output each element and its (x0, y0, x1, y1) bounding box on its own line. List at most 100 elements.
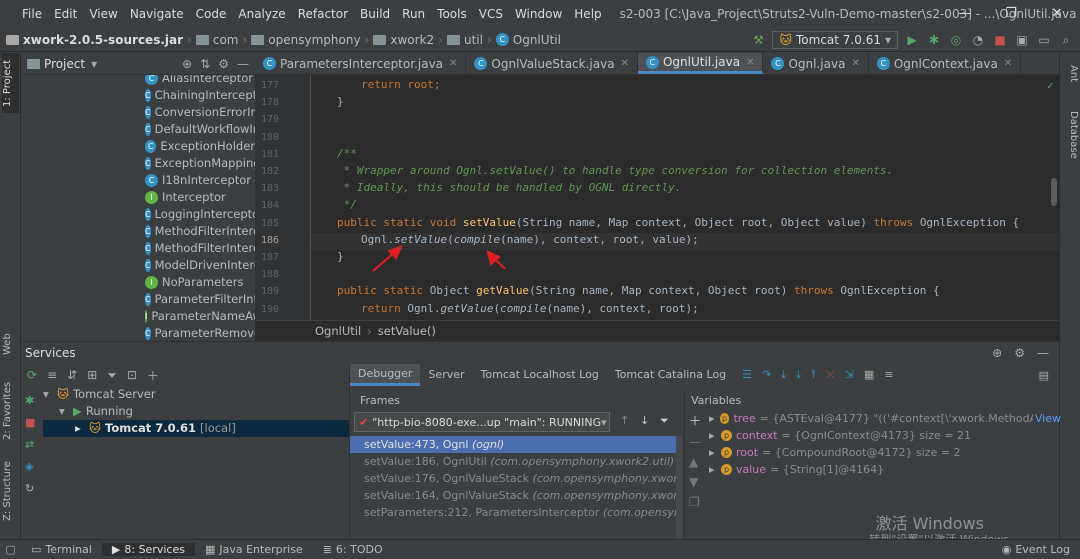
gear-icon[interactable]: ⚙ (1014, 346, 1025, 360)
services-tool-button[interactable]: ▶ 8: Services (101, 543, 195, 556)
project-tree-item[interactable]: IParameterNameAware (21, 308, 255, 325)
stop-icon[interactable]: ■ (992, 32, 1008, 48)
coverage-icon[interactable]: ◎ (948, 32, 964, 48)
chevron-right-icon[interactable]: ▸ (709, 461, 721, 478)
project-tree-item[interactable]: C I18nInterceptor (21, 172, 255, 189)
maximize-button[interactable]: ❐ (988, 0, 1034, 28)
terminal-tool-button[interactable]: ▭ Terminal (21, 543, 102, 556)
variable-row[interactable]: ▸ p value = {String[1]@4164} (685, 461, 1061, 478)
crumb-ognlutil[interactable]: OgnlUtil (513, 33, 561, 47)
chevron-right-icon[interactable]: ▸ (709, 427, 721, 444)
variable-row[interactable]: ▸ p tree = {ASTEval@4177} "(('#context[\'xw… (685, 410, 1061, 427)
chevron-down-icon[interactable]: ▾ (59, 403, 73, 420)
project-tree-item[interactable]: I Interceptor (21, 189, 255, 206)
stack-frame[interactable]: setValue:473, Ognl (ognl) (350, 436, 676, 453)
menu-run[interactable]: Run (396, 7, 431, 21)
run-configuration-select[interactable]: 🐱 Tomcat 7.0.61 ▾ (772, 31, 898, 49)
project-tree-item[interactable]: C LoggingInterceptor (21, 206, 255, 223)
project-view-select[interactable]: Project (44, 57, 85, 71)
layout-icon[interactable]: ▤ (1039, 369, 1059, 382)
menu-code[interactable]: Code (190, 7, 233, 21)
menu-view[interactable]: View (83, 7, 123, 21)
crumb-xwork2[interactable]: xwork2 (390, 33, 434, 47)
show-execution-point-icon[interactable]: ☰ (742, 368, 752, 382)
tree-row-tomcat-instance[interactable]: ▸ 🐱 Tomcat 7.0.61 [local] (43, 420, 349, 437)
run-to-cursor-icon[interactable]: ⇲ (845, 368, 854, 382)
close-icon[interactable]: ✕ (621, 58, 629, 69)
tree-row-tomcat-server[interactable]: ▾ 🐱 Tomcat Server (43, 386, 349, 403)
step-out-icon[interactable]: ⤒ (811, 368, 816, 382)
project-tree-item[interactable]: I NoParameters (21, 274, 255, 291)
menu-edit[interactable]: Edit (48, 7, 83, 21)
breadcrumb-method[interactable]: setValue() (378, 324, 436, 338)
tab-catalina-log[interactable]: Tomcat Catalina Log (607, 364, 734, 386)
crumb-com[interactable]: com (213, 33, 239, 47)
menu-window[interactable]: Window (509, 7, 568, 21)
web-tool-tab[interactable]: Web (2, 328, 19, 360)
project-tree-item[interactable]: CDefaultWorkflowInterceptor (21, 121, 255, 138)
code-editor[interactable]: 177 178 179 180 181 182 183 184 185 186 187 188 189 1… (255, 75, 1059, 320)
project-tree-item[interactable]: CChainingInterceptor (21, 87, 255, 104)
stack-frame[interactable]: setParameters:212, ParametersInterceptor… (350, 504, 676, 521)
terminal-icon[interactable]: ▭ (1036, 32, 1052, 48)
crumb-util[interactable]: util (464, 33, 483, 47)
menu-file[interactable]: File (16, 7, 48, 21)
expand-all-icon[interactable]: ≡ (47, 368, 57, 382)
refresh-icon[interactable]: ↻ (25, 482, 34, 495)
profile-icon[interactable]: ◔ (970, 32, 986, 48)
tab-localhost-log[interactable]: Tomcat Localhost Log (473, 364, 607, 386)
editor-tab[interactable]: C Ognl.java ✕ (763, 53, 869, 74)
run-icon[interactable]: ▶ (904, 32, 920, 48)
hide-icon[interactable]: — (1037, 346, 1049, 360)
tree-row-running[interactable]: ▾ ▶ Running (43, 403, 349, 420)
chevron-down-icon[interactable]: ▾ (43, 386, 57, 403)
project-tree-item[interactable]: CExceptionMappingInterceptor (21, 155, 255, 172)
group-icon[interactable]: ⊞ (87, 368, 97, 382)
add-icon[interactable]: ＋ (147, 367, 159, 384)
menu-tools[interactable]: Tools (431, 7, 473, 21)
view-link[interactable]: View (1035, 410, 1061, 427)
close-icon[interactable]: ✕ (851, 58, 859, 69)
close-icon[interactable]: ✕ (746, 57, 754, 68)
variable-row[interactable]: ▸ p context = {OgnlContext@4173} size = 21 (685, 427, 1061, 444)
project-tree-item[interactable]: CConversionErrorInterceptor (21, 104, 255, 121)
breadcrumb-class[interactable]: OgnlUtil (315, 324, 361, 338)
event-log-tool-button[interactable]: ◉ Event Log (992, 543, 1080, 556)
copy-icon[interactable]: ❐ (689, 495, 701, 509)
artifact-icon[interactable]: ◈ (25, 460, 33, 473)
project-tree-item[interactable]: C ExceptionHolder (21, 138, 255, 155)
variable-row[interactable]: ▸ p root = {CompoundRoot@4172} size = 2 (685, 444, 1061, 461)
deploy-icon[interactable]: ⇄ (25, 438, 34, 451)
arrow-down-icon[interactable]: ↓ (640, 414, 649, 427)
stop-icon[interactable]: ■ (25, 416, 35, 429)
new-tab-icon[interactable]: ⊡ (127, 368, 137, 382)
stack-frame[interactable]: setValue:186, OgnlUtil (com.opensymphony… (350, 453, 676, 470)
stack-frame[interactable]: setValue:164, OgnlValueStack (com.opensy… (350, 487, 676, 504)
step-over-icon[interactable]: ↷ (762, 368, 771, 382)
more-icon[interactable]: ≡ (884, 368, 893, 382)
drop-frame-icon[interactable]: ⤫ (826, 368, 835, 382)
editor-tab[interactable]: C OgnlContext.java ✕ (869, 53, 1022, 74)
editor-tab[interactable]: C OgnlValueStack.java ✕ (466, 53, 638, 74)
locate-icon[interactable]: ⊕ (182, 57, 192, 71)
editor-tab[interactable]: C ParametersInterceptor.java ✕ (255, 53, 467, 74)
chevron-down-icon[interactable]: ▾ (91, 57, 97, 71)
search-icon[interactable]: ⌕ (1058, 32, 1074, 48)
menu-navigate[interactable]: Navigate (124, 7, 190, 21)
chevron-right-icon[interactable]: ▸ (75, 420, 89, 437)
menu-vcs[interactable]: VCS (473, 7, 509, 21)
chevron-right-icon[interactable]: ▸ (709, 410, 720, 427)
filter-icon[interactable]: ⏷ (660, 414, 669, 428)
editor-scrollbar[interactable] (1051, 178, 1057, 206)
editor-tab[interactable]: C OgnlUtil.java ✕ (637, 53, 764, 74)
structure-tool-tab[interactable]: Z: Structure (2, 458, 19, 524)
minimize-button[interactable]: — (942, 0, 988, 28)
filter-icon[interactable]: ⏷ (107, 368, 117, 383)
menu-analyze[interactable]: Analyze (232, 7, 291, 21)
close-icon[interactable]: ✕ (449, 58, 457, 69)
step-into-icon[interactable]: ⤓ (781, 368, 786, 382)
java-enterprise-tool-button[interactable]: ▦ Java Enterprise (195, 543, 313, 556)
toggle-tool-windows-icon[interactable]: ▢ (0, 543, 21, 556)
hammer-icon[interactable]: ⚒ (750, 32, 766, 48)
collapse-icon[interactable]: ⇅ (200, 57, 210, 71)
